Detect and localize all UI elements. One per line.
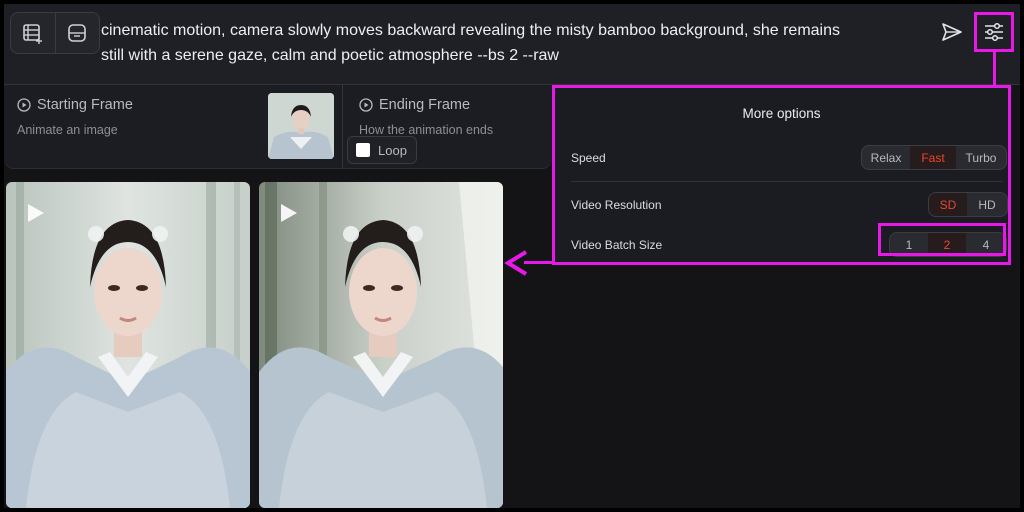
video-add-icon xyxy=(22,24,42,44)
starting-frame-title: Starting Frame xyxy=(17,97,133,113)
connector-line xyxy=(993,52,996,85)
ending-frame-panel[interactable]: Ending Frame How the animation ends Loop xyxy=(343,85,552,168)
more-options-title: More options xyxy=(742,106,821,121)
starting-frame-label: Starting Frame xyxy=(37,97,133,113)
arrow-left-icon xyxy=(504,250,528,276)
starting-frame-subtitle: Animate an image xyxy=(17,123,118,137)
send-icon xyxy=(942,23,962,41)
batch-size-highlight xyxy=(878,223,1006,256)
loop-label: Loop xyxy=(378,142,407,158)
ending-frame-title: Ending Frame xyxy=(359,97,470,113)
prompt-bar: cinematic motion, camera slowly moves ba… xyxy=(4,4,1020,85)
batch-size-label: Video Batch Size xyxy=(571,238,663,252)
speed-option-turbo[interactable]: Turbo xyxy=(956,146,1006,169)
image-frame-button[interactable] xyxy=(54,13,100,53)
play-icon[interactable] xyxy=(26,202,46,224)
speed-option-fast[interactable]: Fast xyxy=(910,146,956,169)
video-result-2[interactable] xyxy=(259,182,503,508)
highlight-box-settings-top xyxy=(974,12,1014,15)
resolution-option-hd[interactable]: HD xyxy=(967,193,1007,216)
speed-selector: Relax Fast Turbo xyxy=(861,145,1007,170)
add-video-button[interactable] xyxy=(11,13,55,53)
prompt-input[interactable]: cinematic motion, camera slowly moves ba… xyxy=(101,19,921,68)
starting-frame-panel[interactable]: Starting Frame Animate an image xyxy=(4,85,343,168)
divider xyxy=(571,181,1003,182)
video-result-1[interactable] xyxy=(6,182,250,508)
speed-label: Speed xyxy=(571,151,606,165)
prompt-line-2: still with a serene gaze, calm and poeti… xyxy=(101,46,559,64)
video-result-image xyxy=(6,182,250,508)
highlight-box-settings-right xyxy=(1011,12,1014,52)
speed-option-relax[interactable]: Relax xyxy=(862,146,910,169)
tool-group xyxy=(10,12,100,54)
play-circle-icon xyxy=(17,98,31,112)
settings-button[interactable] xyxy=(976,14,1012,50)
loop-checkbox[interactable] xyxy=(356,143,370,157)
resolution-option-sd[interactable]: SD xyxy=(929,193,967,216)
sliders-icon xyxy=(985,22,1003,42)
resolution-selector: SD HD xyxy=(928,192,1008,217)
starting-frame-thumbnail[interactable] xyxy=(268,93,334,159)
play-icon[interactable] xyxy=(279,202,299,224)
play-circle-icon xyxy=(359,98,373,112)
resolution-label: Video Resolution xyxy=(571,198,662,212)
frames-row: Starting Frame Animate an image Ending F… xyxy=(4,85,552,169)
prompt-line-1: cinematic motion, camera slowly moves ba… xyxy=(101,22,840,39)
portrait-thumbnail-image xyxy=(268,93,334,159)
send-button[interactable] xyxy=(940,20,964,44)
image-frame-icon xyxy=(68,24,87,42)
ending-frame-label: Ending Frame xyxy=(379,97,471,113)
video-result-image xyxy=(259,182,503,508)
highlight-box-settings-left xyxy=(974,12,977,52)
loop-toggle[interactable]: Loop xyxy=(347,136,417,164)
ending-frame-subtitle: How the animation ends xyxy=(359,123,494,137)
